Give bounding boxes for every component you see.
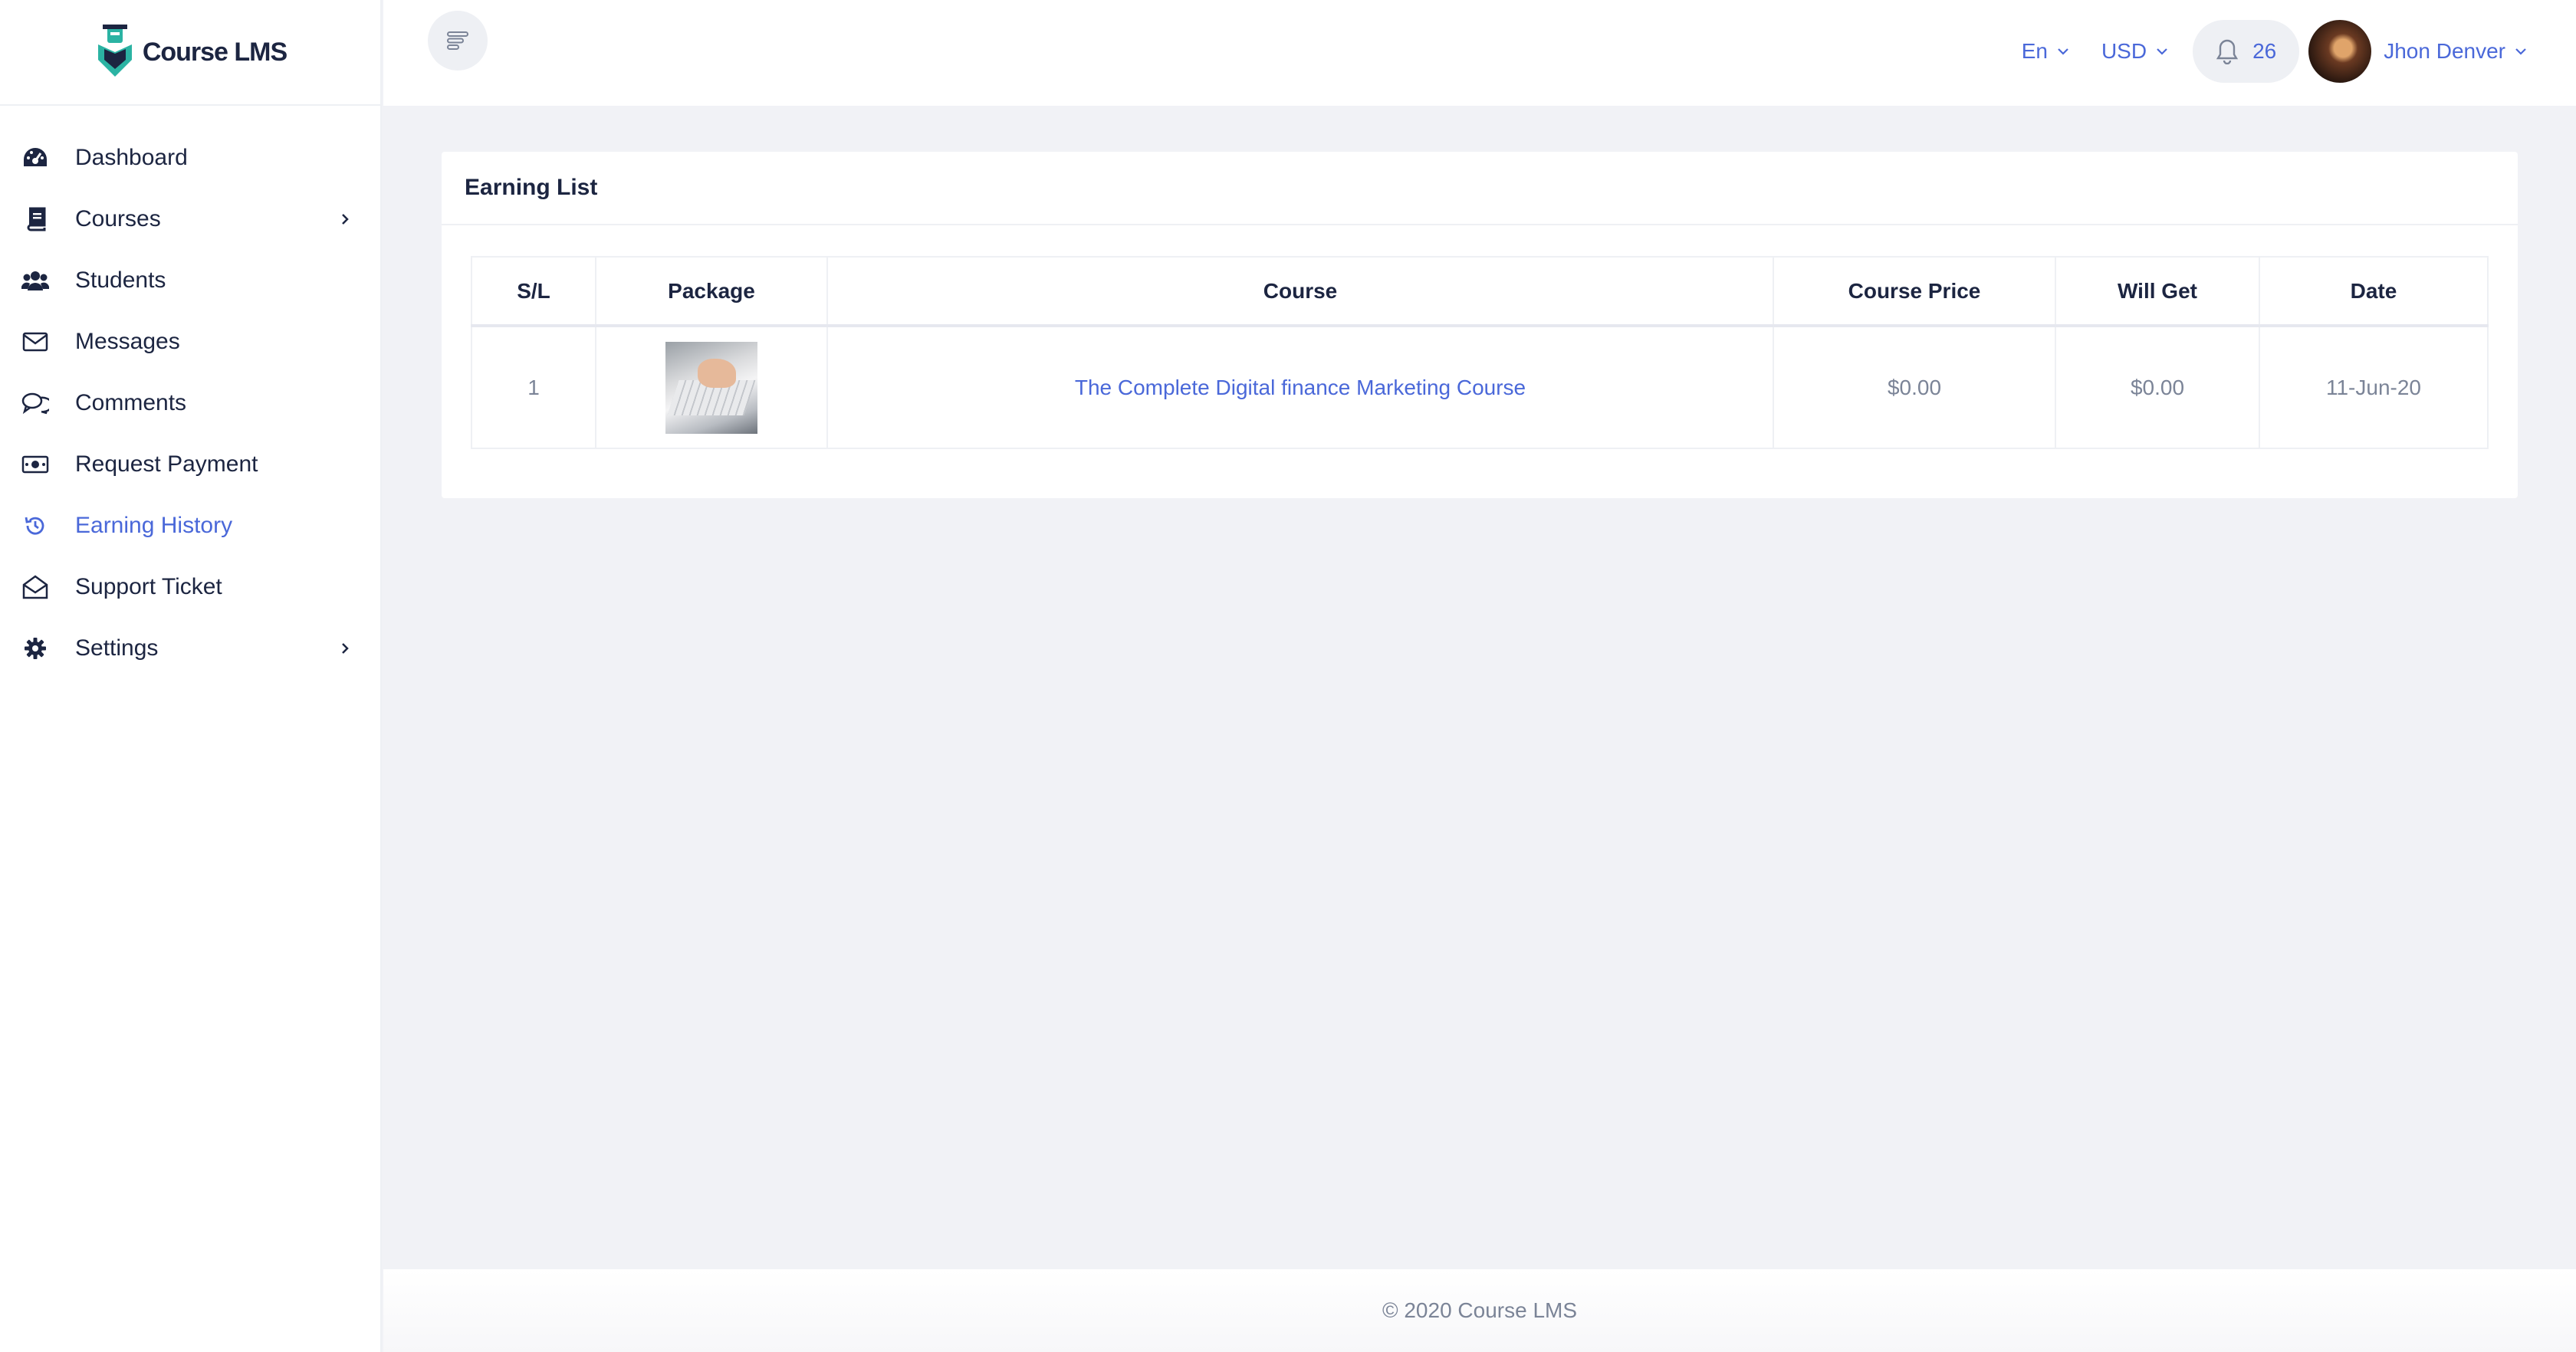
sidebar-item-support-ticket[interactable]: Support Ticket: [0, 556, 380, 618]
cell-course-price: $0.00: [1773, 325, 2056, 449]
earning-table: S/L Package Course Course Price Will Get…: [471, 256, 2489, 449]
package-thumbnail[interactable]: [665, 341, 757, 434]
bell-icon: [2216, 39, 2239, 64]
book-icon: [21, 205, 49, 233]
cell-will-get: $0.00: [2055, 325, 2260, 449]
brand-name: Course LMS: [142, 37, 288, 67]
sidebar-item-dashboard[interactable]: Dashboard: [0, 127, 380, 189]
sidebar-item-earning-history[interactable]: Earning History: [0, 495, 380, 556]
sidebar-item-settings[interactable]: Settings: [0, 618, 380, 679]
sidebar-item-comments[interactable]: Comments: [0, 372, 380, 434]
cell-date: 11-Jun-20: [2259, 325, 2489, 449]
table-row: 1 The Complete Digital finance Marketing…: [471, 325, 2489, 449]
top-bar: En USD 26 Jhon Denver: [383, 0, 2576, 106]
sidebar-item-label: Dashboard: [75, 145, 188, 170]
column-header-sl: S/L: [471, 256, 596, 327]
envelope-icon: [21, 328, 49, 356]
chevron-down-icon: [2058, 48, 2068, 55]
sidebar-item-label: Earning History: [75, 513, 233, 538]
sidebar-item-students[interactable]: Students: [0, 250, 380, 311]
users-icon: [21, 267, 49, 294]
envelope-open-icon: [21, 573, 49, 601]
sidebar-menu: Dashboard Courses Students Messages Comm…: [0, 106, 380, 679]
comments-icon: [21, 389, 49, 417]
notification-count: 26: [2252, 39, 2277, 63]
table-header-row: S/L Package Course Course Price Will Get…: [471, 256, 2489, 327]
column-header-course: Course: [826, 256, 1774, 327]
column-header-will-get: Will Get: [2055, 256, 2260, 327]
currency-value: USD: [2101, 39, 2147, 63]
user-name: Jhon Denver: [2384, 39, 2505, 63]
history-icon: [21, 512, 49, 540]
sidebar-item-label: Settings: [75, 635, 159, 661]
column-header-course-price: Course Price: [1773, 256, 2056, 327]
cell-sl: 1: [471, 325, 596, 449]
currency-dropdown[interactable]: USD: [2101, 39, 2170, 64]
table-container: S/L Package Course Course Price Will Get…: [442, 225, 2518, 449]
sidebar: Course LMS Dashboard Courses Students Me…: [0, 0, 382, 1352]
page-title: Earning List: [465, 175, 598, 200]
card-header: Earning List: [442, 152, 2518, 225]
earning-list-card: Earning List S/L Package Course Course P…: [442, 152, 2518, 498]
sidebar-item-label: Request Payment: [75, 451, 258, 477]
sidebar-item-request-payment[interactable]: Request Payment: [0, 434, 380, 495]
column-header-date: Date: [2259, 256, 2489, 327]
sidebar-item-messages[interactable]: Messages: [0, 311, 380, 372]
avatar[interactable]: [2308, 20, 2372, 83]
sidebar-item-label: Comments: [75, 390, 187, 415]
header-actions: En USD 26 Jhon Denver: [2022, 20, 2528, 83]
notifications-button[interactable]: 26: [2193, 20, 2300, 83]
cell-package: [595, 325, 828, 449]
chevron-down-icon: [2515, 48, 2526, 55]
sidebar-item-label: Messages: [75, 329, 180, 354]
money-icon: [21, 451, 49, 478]
chevron-right-icon: [342, 214, 349, 225]
chevron-right-icon: [342, 643, 349, 654]
chevron-down-icon: [2157, 48, 2167, 55]
user-menu-dropdown[interactable]: Jhon Denver: [2384, 39, 2528, 64]
footer: © 2020 Course LMS: [383, 1269, 2576, 1352]
sidebar-toggle-button[interactable]: [428, 11, 488, 71]
menu-lines-icon: [447, 31, 468, 50]
sidebar-item-label: Courses: [75, 206, 161, 231]
sidebar-item-label: Students: [75, 267, 166, 293]
language-dropdown[interactable]: En: [2022, 39, 2071, 64]
sidebar-item-label: Support Ticket: [75, 574, 222, 599]
dashboard-icon: [21, 144, 49, 172]
sidebar-item-courses[interactable]: Courses: [0, 189, 380, 250]
logo-icon: [97, 25, 132, 77]
gear-icon: [21, 635, 49, 662]
course-link[interactable]: The Complete Digital finance Marketing C…: [826, 325, 1774, 449]
column-header-package: Package: [595, 256, 828, 327]
copyright-text: © 2020 Course LMS: [1382, 1298, 1578, 1322]
language-value: En: [2021, 39, 2048, 63]
brand-logo[interactable]: Course LMS: [0, 0, 380, 106]
